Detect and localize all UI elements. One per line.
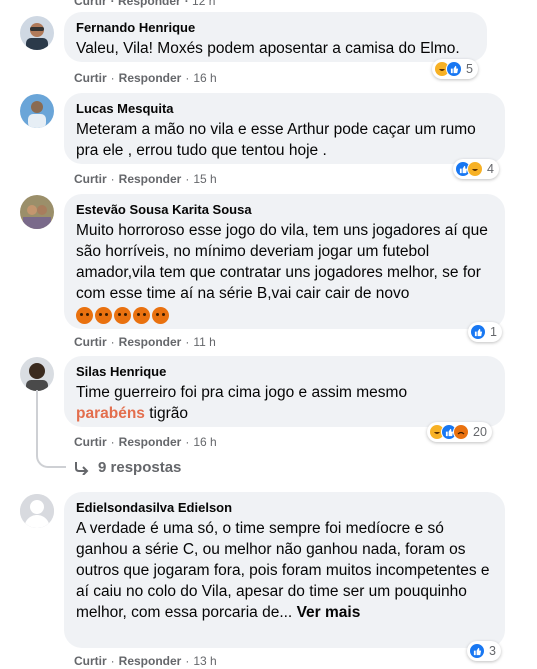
reaction-count: 5 bbox=[466, 62, 473, 76]
comment-actions: Curtir · Responder · 11 h bbox=[74, 335, 216, 349]
timestamp[interactable]: 11 h bbox=[193, 335, 215, 349]
reaction-count: 20 bbox=[473, 425, 487, 439]
avatar[interactable] bbox=[20, 195, 54, 229]
angry-face-emoji bbox=[152, 307, 169, 325]
comment-text-main: Time guerreiro foi pra cima jogo e assim… bbox=[76, 384, 408, 401]
reply-link[interactable]: Responder bbox=[119, 435, 182, 449]
angry-face-emoji bbox=[76, 307, 93, 325]
like-link[interactable]: Curtir bbox=[74, 172, 107, 186]
comment-author[interactable]: Silas Henrique bbox=[76, 364, 493, 380]
reaction-count: 3 bbox=[489, 644, 496, 658]
top-action-row: Curtir · Responder · 12 h bbox=[74, 0, 219, 8]
avatar[interactable] bbox=[20, 357, 54, 391]
comment-text-tail: tigrão bbox=[144, 405, 189, 422]
comment-author[interactable]: Edielsondasilva Edielson bbox=[76, 500, 493, 516]
reaction-summary[interactable]: 4 bbox=[453, 159, 499, 179]
replies-count-label[interactable]: 9 respostas bbox=[98, 459, 181, 476]
thumbs-up-icon bbox=[446, 61, 462, 77]
comment-bubble: Edielsondasilva Edielson A verdade é uma… bbox=[64, 492, 505, 648]
comment-actions: Curtir · Responder · 16 h bbox=[74, 71, 217, 85]
comment-bubble: Fernando Henrique Valeu, Vila! Moxés pod… bbox=[64, 12, 487, 62]
like-link[interactable]: Curtir bbox=[74, 435, 107, 449]
angry-face-emoji bbox=[133, 307, 150, 325]
reply-link[interactable]: Responder bbox=[118, 0, 181, 8]
comment-text: Valeu, Vila! Moxés podem aposentar a cam… bbox=[76, 40, 460, 57]
comment-bubble: Silas Henrique Time guerreiro foi pra ci… bbox=[64, 356, 505, 427]
like-link[interactable]: Curtir bbox=[74, 0, 107, 8]
timestamp[interactable]: 16 h bbox=[193, 435, 216, 449]
reaction-summary[interactable]: 1 bbox=[468, 322, 502, 342]
comment-text-main: A verdade é uma só, o time sempre foi me… bbox=[76, 520, 490, 621]
like-link[interactable]: Curtir bbox=[74, 71, 107, 85]
reply-link[interactable]: Responder bbox=[119, 335, 182, 349]
angry-face-emoji bbox=[95, 307, 112, 325]
emoji-row bbox=[76, 307, 493, 325]
reply-link[interactable]: Responder bbox=[119, 172, 182, 186]
comment-bubble: Lucas Mesquita Meteram a mão no vila e e… bbox=[64, 93, 505, 164]
view-replies-link[interactable]: 9 respostas bbox=[74, 459, 181, 476]
comment-text: Time guerreiro foi pra cima jogo e assim… bbox=[76, 382, 493, 424]
timestamp[interactable]: 12 h bbox=[192, 0, 215, 8]
timestamp[interactable]: 15 h bbox=[193, 172, 216, 186]
timestamp[interactable]: 16 h bbox=[193, 71, 216, 85]
avatar[interactable] bbox=[20, 94, 54, 128]
comment-text: A verdade é uma só, o time sempre foi me… bbox=[76, 518, 493, 623]
comment-actions: Curtir · Responder · 13 h bbox=[74, 654, 217, 668]
see-more-link[interactable]: Ver mais bbox=[297, 604, 361, 621]
reaction-summary[interactable]: 5 bbox=[432, 59, 478, 79]
comment-actions: Curtir · Responder · 15 h bbox=[74, 172, 217, 186]
comment-text: Meteram a mão no vila e esse Arthur pode… bbox=[76, 121, 476, 159]
thumbs-up-icon bbox=[469, 643, 485, 659]
reply-link[interactable]: Responder bbox=[119, 654, 182, 668]
comment-bubble: Estevão Sousa Karita Sousa Muito horroro… bbox=[64, 194, 505, 329]
reaction-count: 4 bbox=[487, 162, 494, 176]
like-link[interactable]: Curtir bbox=[74, 335, 107, 349]
comment-text: Muito horroroso esse jogo do vila, tem u… bbox=[76, 222, 488, 302]
reply-arrow-icon bbox=[75, 461, 89, 475]
default-avatar-icon[interactable] bbox=[20, 494, 54, 528]
comment-author[interactable]: Lucas Mesquita bbox=[76, 101, 493, 117]
timestamp[interactable]: 13 h bbox=[193, 654, 216, 668]
reply-link[interactable]: Responder bbox=[119, 71, 182, 85]
thumbs-up-icon bbox=[470, 324, 486, 340]
angry-face-emoji bbox=[114, 307, 131, 325]
highlighted-word[interactable]: parabéns bbox=[76, 405, 145, 422]
comment-author[interactable]: Fernando Henrique bbox=[76, 20, 475, 36]
angry-face-icon bbox=[453, 424, 469, 440]
like-link[interactable]: Curtir bbox=[74, 654, 107, 668]
thread-connector bbox=[36, 390, 66, 468]
reaction-count: 1 bbox=[490, 325, 497, 339]
comment-author[interactable]: Estevão Sousa Karita Sousa bbox=[76, 202, 493, 218]
comment-actions: Curtir · Responder · 16 h bbox=[74, 435, 217, 449]
avatar[interactable] bbox=[20, 16, 54, 50]
reaction-summary[interactable]: 20 bbox=[427, 422, 492, 442]
laughing-face-icon bbox=[467, 161, 483, 177]
reaction-summary[interactable]: 3 bbox=[467, 641, 501, 661]
